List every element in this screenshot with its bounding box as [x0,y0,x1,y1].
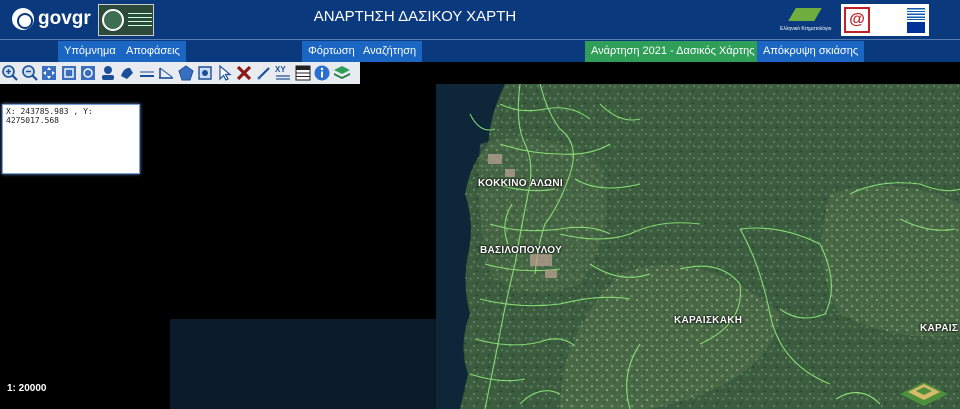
place-label-karaiskaki: ΚΑΡΑΙΣΚΑΚΗ [674,315,743,326]
ktimatologio-logo[interactable]: Ελληνικό Κτηματολόγιο [780,6,831,36]
identify-icon[interactable] [99,64,117,82]
header-bar: govgr ΑΝΑΡΤΗΣΗ ΔΑΣΙΚΟΥ ΧΑΡΤΗ Ελληνικό Κτ… [0,0,960,39]
ktimatologio-caption: Ελληνικό Κτηματολόγιο [780,26,832,32]
posting-dropdown[interactable]: Ανάρτηση 2021 - Δασικός Χάρτης [585,41,771,62]
ktimatologio-mark-icon [788,8,822,21]
pan-icon[interactable] [40,64,58,82]
govgr-logo[interactable]: govgr [12,8,91,30]
measure-distance-icon[interactable] [138,64,156,82]
eu-funding-logo: @ [841,4,929,36]
menu-bar: Υπόμνημα Αποφάσεις Φόρτωση Αναζήτηση Ανά… [0,39,960,62]
coordinates-readout: X: 243785.983 , Y: 4275017.568 [2,104,140,174]
zoom-out-icon[interactable] [21,64,39,82]
ministry-logo[interactable] [98,4,154,36]
delete-icon[interactable] [235,64,253,82]
greek-flag-icon [907,8,925,20]
govgr-brand-text: govgr [38,8,91,29]
coordinates-text: X: 243785.983 , Y: 4275017.568 [6,107,93,125]
posting-dropdown-label: Ανάρτηση 2021 - Δασικός Χάρτης [591,45,755,57]
zoom-window-icon[interactable] [79,64,97,82]
table-icon[interactable] [294,64,312,82]
ktimatologio-watermark-icon [896,372,952,408]
layers-icon[interactable] [333,64,351,82]
place-label-vasilopoulou: ΒΑΣΙΛΟΠΟΥΛΟΥ [480,245,563,256]
legend-button[interactable]: Υπόμνημα [58,41,122,62]
map-scale: 1: 20000 [7,383,47,394]
ministry-emblem-icon [102,9,124,31]
hide-shading-button[interactable]: Απόκρυψη σκιάσης [757,41,865,62]
info-icon[interactable] [313,64,331,82]
zoom-extent-icon[interactable] [60,64,78,82]
greek-emblem-icon [12,8,34,30]
upload-button[interactable]: Φόρτωση [302,41,361,62]
draw-line-icon[interactable] [157,64,175,82]
measure-area-icon[interactable] [118,64,136,82]
select-icon[interactable] [216,64,234,82]
svg-text:XY: XY [275,65,286,74]
page-title: ΑΝΑΡΤΗΣΗ ΔΑΣΙΚΟΥ ΧΑΡΤΗ [313,8,517,25]
decisions-button[interactable]: Αποφάσεις [120,41,186,62]
zoom-in-icon[interactable] [1,64,19,82]
draw-polygon-icon[interactable] [177,64,195,82]
eu-flag-icon [907,22,925,33]
place-label-kokkino-aloni: ΚΟΚΚΙΝΟ ΑΛΩΝΙ [478,178,563,189]
map-toolbar: XY [0,62,360,84]
search-button[interactable]: Αναζήτηση [357,41,423,62]
xy-coordinates-icon[interactable]: XY [274,64,292,82]
digital-at-icon: @ [844,7,870,33]
place-label-karaiskaki-east: ΚΑΡΑΙΣ [920,323,959,334]
draw-shape-icon[interactable] [196,64,214,82]
edit-icon[interactable] [255,64,273,82]
